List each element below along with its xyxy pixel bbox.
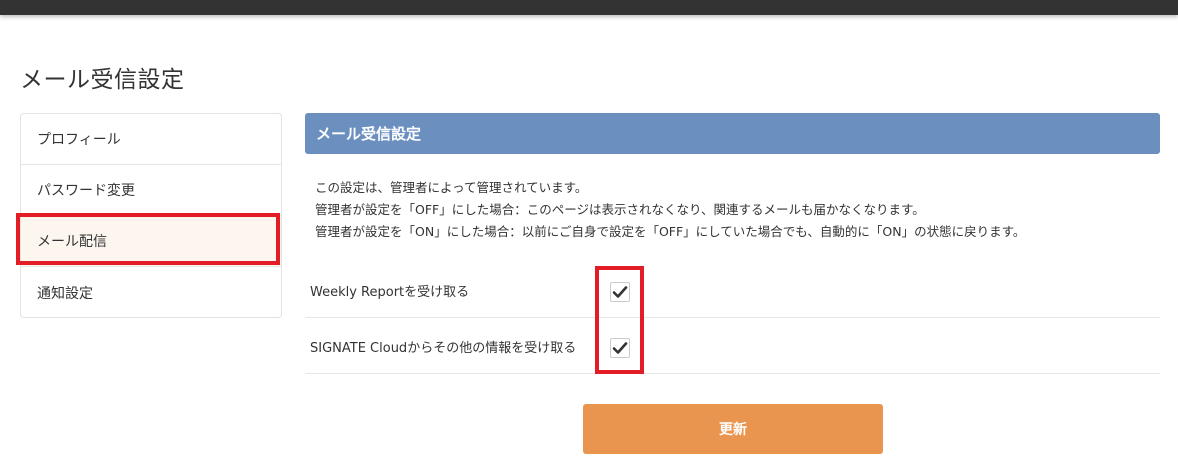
- other-info-checkbox[interactable]: [610, 338, 630, 358]
- sidebar-item-mail-delivery[interactable]: メール配信: [21, 216, 281, 267]
- sidebar-item-label: 通知設定: [37, 285, 93, 302]
- panel-header: メール受信設定: [305, 113, 1160, 154]
- description-line: この設定は、管理者によって管理されています。: [315, 180, 588, 195]
- sidebar-item-label: パスワード変更: [37, 183, 135, 199]
- setting-label: Weekly Reportを受け取る: [310, 285, 470, 300]
- checkmark-icon: [612, 342, 628, 354]
- weekly-report-checkbox[interactable]: [610, 282, 630, 302]
- panel-header-title: メール受信設定: [316, 125, 422, 143]
- settings-sidebar: プロフィール パスワード変更 メール配信 通知設定: [20, 113, 282, 318]
- sidebar-item-label: プロフィール: [37, 132, 121, 148]
- setting-row-other-info: SIGNATE Cloudからその他の情報を受け取る: [305, 318, 1160, 374]
- description-line: 管理者が設定を「OFF」にした場合：このページは表示されなくなり、関連するメール…: [315, 202, 925, 217]
- sidebar-item-profile[interactable]: プロフィール: [21, 114, 281, 165]
- sidebar-item-label: メール配信: [37, 234, 107, 250]
- top-navbar: [0, 0, 1178, 15]
- setting-label: SIGNATE Cloudからその他の情報を受け取る: [310, 341, 577, 356]
- sidebar-item-notifications[interactable]: 通知設定: [21, 267, 281, 318]
- sidebar-item-password[interactable]: パスワード変更: [21, 165, 281, 216]
- setting-row-weekly-report: Weekly Reportを受け取る: [305, 262, 1160, 318]
- description-line: 管理者が設定を「ON」にした場合：以前にご自身で設定を「OFF」にしていた場合で…: [315, 224, 1026, 239]
- checkmark-icon: [612, 286, 628, 298]
- update-button[interactable]: 更新: [583, 404, 883, 454]
- page-title: メール受信設定: [20, 67, 185, 93]
